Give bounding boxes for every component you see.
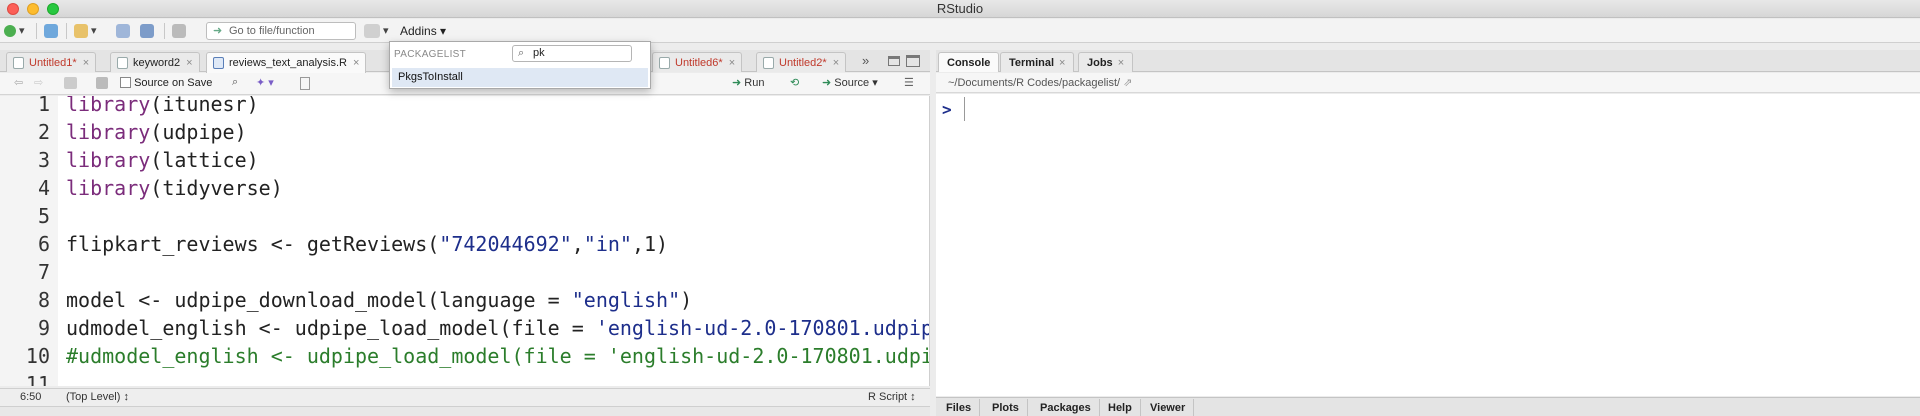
- line-number: 3: [37, 148, 50, 172]
- main-toolbar: ▾ ▾ ➜ Go to file/function ▾ Addins ▾: [0, 19, 1920, 43]
- more-tabs-icon[interactable]: »: [862, 53, 869, 68]
- code-text: library(udpipe): [66, 120, 247, 144]
- goto-placeholder: Go to file/function: [229, 25, 315, 37]
- line-number: 1: [37, 96, 50, 116]
- code-tools-icon[interactable]: ✦ ▾: [256, 76, 274, 89]
- addins-dropdown: PACKAGELIST ⌕ pk PkgsToInstall: [389, 41, 651, 89]
- save-all-icon[interactable]: [140, 23, 154, 39]
- code-line[interactable]: 7: [0, 258, 929, 286]
- window-title: RStudio: [936, 1, 984, 16]
- open-file-icon[interactable]: ▾: [74, 23, 97, 39]
- code-text: model <- udpipe_download_model(language …: [66, 288, 693, 312]
- find-replace-icon[interactable]: ⌕: [232, 76, 238, 89]
- code-text: udmodel_english <- udpipe_load_model(fil…: [66, 316, 930, 340]
- addins-search-input[interactable]: ⌕ pk: [512, 45, 632, 62]
- console-output[interactable]: [936, 94, 1920, 396]
- line-number: 11: [25, 372, 50, 386]
- forward-icon[interactable]: ⇨: [34, 76, 43, 89]
- code-line[interactable]: 10 #udmodel_english <- udpipe_load_model(…: [0, 342, 930, 370]
- code-line[interactable]: 11: [0, 370, 929, 386]
- code-line[interactable]: 1 library(itunesr): [0, 96, 929, 118]
- code-text: library(tidyverse): [66, 176, 283, 200]
- bottom-pane-strip: [0, 406, 930, 416]
- addins-item-pkgstoinstall[interactable]: PkgsToInstall: [392, 68, 648, 87]
- file-icon: [13, 57, 24, 69]
- files-tabbar: Files Plots Packages Help Viewer: [936, 397, 1920, 416]
- compile-report-icon[interactable]: [300, 77, 310, 90]
- back-icon[interactable]: ⇦: [14, 76, 23, 89]
- tab-untitled6[interactable]: Untitled6* ×: [652, 52, 743, 72]
- search-icon: ⌕: [518, 47, 525, 59]
- goto-arrow-icon: ➜: [213, 25, 223, 37]
- tab-jobs[interactable]: Jobs ×: [1078, 52, 1134, 72]
- tab-keyword2[interactable]: keyword2 ×: [110, 52, 200, 72]
- file-icon: [659, 57, 670, 69]
- line-number: 7: [37, 260, 50, 284]
- save-icon[interactable]: [116, 23, 130, 39]
- rerun-icon[interactable]: ⟲: [790, 76, 799, 89]
- r-file-icon: [213, 57, 224, 69]
- code-text: #udmodel_english <- udpipe_load_model(fi…: [66, 344, 930, 368]
- source-button[interactable]: ➜ Source ▾: [822, 76, 878, 89]
- document-outline-icon[interactable]: ☰: [904, 76, 914, 89]
- code-line[interactable]: 5: [0, 202, 929, 230]
- tab-files[interactable]: Files: [938, 399, 981, 416]
- new-project-icon[interactable]: [44, 23, 58, 39]
- line-number: 5: [37, 204, 50, 228]
- line-number: 9: [37, 316, 50, 340]
- minimize-pane-icon[interactable]: [888, 56, 900, 66]
- show-in-window-icon[interactable]: [64, 77, 77, 89]
- code-line[interactable]: 3 library(lattice): [0, 146, 929, 174]
- cursor-position: 6:50: [20, 391, 42, 403]
- tab-console[interactable]: Console: [938, 52, 1000, 72]
- code-line[interactable]: 9 udmodel_english <- udpipe_load_model(fi…: [0, 314, 930, 342]
- run-button[interactable]: ➜ Run: [732, 76, 764, 89]
- code-text: flipkart_reviews <- getReviews("74204469…: [66, 232, 669, 256]
- tab-untitled2[interactable]: Untitled2* ×: [756, 52, 847, 72]
- tab-help[interactable]: Help: [1100, 399, 1141, 416]
- file-icon: [117, 57, 128, 69]
- filetype-selector[interactable]: R Script ↕: [868, 389, 916, 406]
- title-bar: RStudio: [0, 0, 1920, 18]
- editor-status-bar: 6:50 (Top Level) ↕ R Script ↕: [0, 388, 930, 406]
- tab-reviews-text-analysis[interactable]: reviews_text_analysis.R ×: [206, 52, 367, 73]
- line-number: 4: [37, 176, 50, 200]
- code-line[interactable]: 2 library(udpipe): [0, 118, 929, 146]
- tab-terminal[interactable]: Terminal ×: [1000, 52, 1075, 72]
- console-prompt: >: [942, 100, 952, 119]
- file-icon: [763, 57, 774, 69]
- new-file-icon[interactable]: ▾: [4, 23, 25, 39]
- go-to-directory-icon[interactable]: ⇗: [1123, 77, 1132, 89]
- code-editor[interactable]: 1 library(itunesr) 2 library(udpipe) 3 librar…: [0, 96, 930, 386]
- workspace-panes-icon[interactable]: ▾: [364, 23, 389, 39]
- console-caret: [964, 97, 965, 121]
- code-line[interactable]: 6 flipkart_reviews <- getReviews("7420446…: [0, 230, 929, 258]
- save-current-icon[interactable]: [96, 77, 108, 89]
- line-number: 10: [25, 344, 50, 368]
- working-directory: ~/Documents/R Codes/packagelist/ ⇗: [936, 73, 1920, 93]
- addins-menu-button[interactable]: Addins ▾: [400, 24, 446, 38]
- code-line[interactable]: 4 library(tidyverse): [0, 174, 929, 202]
- line-number: 2: [37, 120, 50, 144]
- goto-file-function-input[interactable]: ➜ Go to file/function: [206, 22, 356, 40]
- source-on-save-checkbox[interactable]: Source on Save: [120, 77, 212, 89]
- print-icon[interactable]: [172, 23, 186, 39]
- tab-packages[interactable]: Packages: [1032, 399, 1100, 416]
- code-text: library(itunesr): [66, 96, 259, 116]
- tab-plots[interactable]: Plots: [984, 399, 1028, 416]
- scope-selector[interactable]: (Top Level) ↕: [66, 389, 129, 406]
- line-number: 6: [37, 232, 50, 256]
- tab-viewer[interactable]: Viewer: [1142, 399, 1195, 416]
- code-text: library(lattice): [66, 148, 259, 172]
- code-line[interactable]: 8 model <- udpipe_download_model(language…: [0, 286, 929, 314]
- console-tabbar: Console Terminal × Jobs ×: [936, 50, 1920, 72]
- line-number: 8: [37, 288, 50, 312]
- addins-group-header: PACKAGELIST: [394, 49, 467, 60]
- maximize-pane-icon[interactable]: [906, 55, 920, 67]
- tab-untitled1[interactable]: Untitled1* ×: [6, 52, 97, 72]
